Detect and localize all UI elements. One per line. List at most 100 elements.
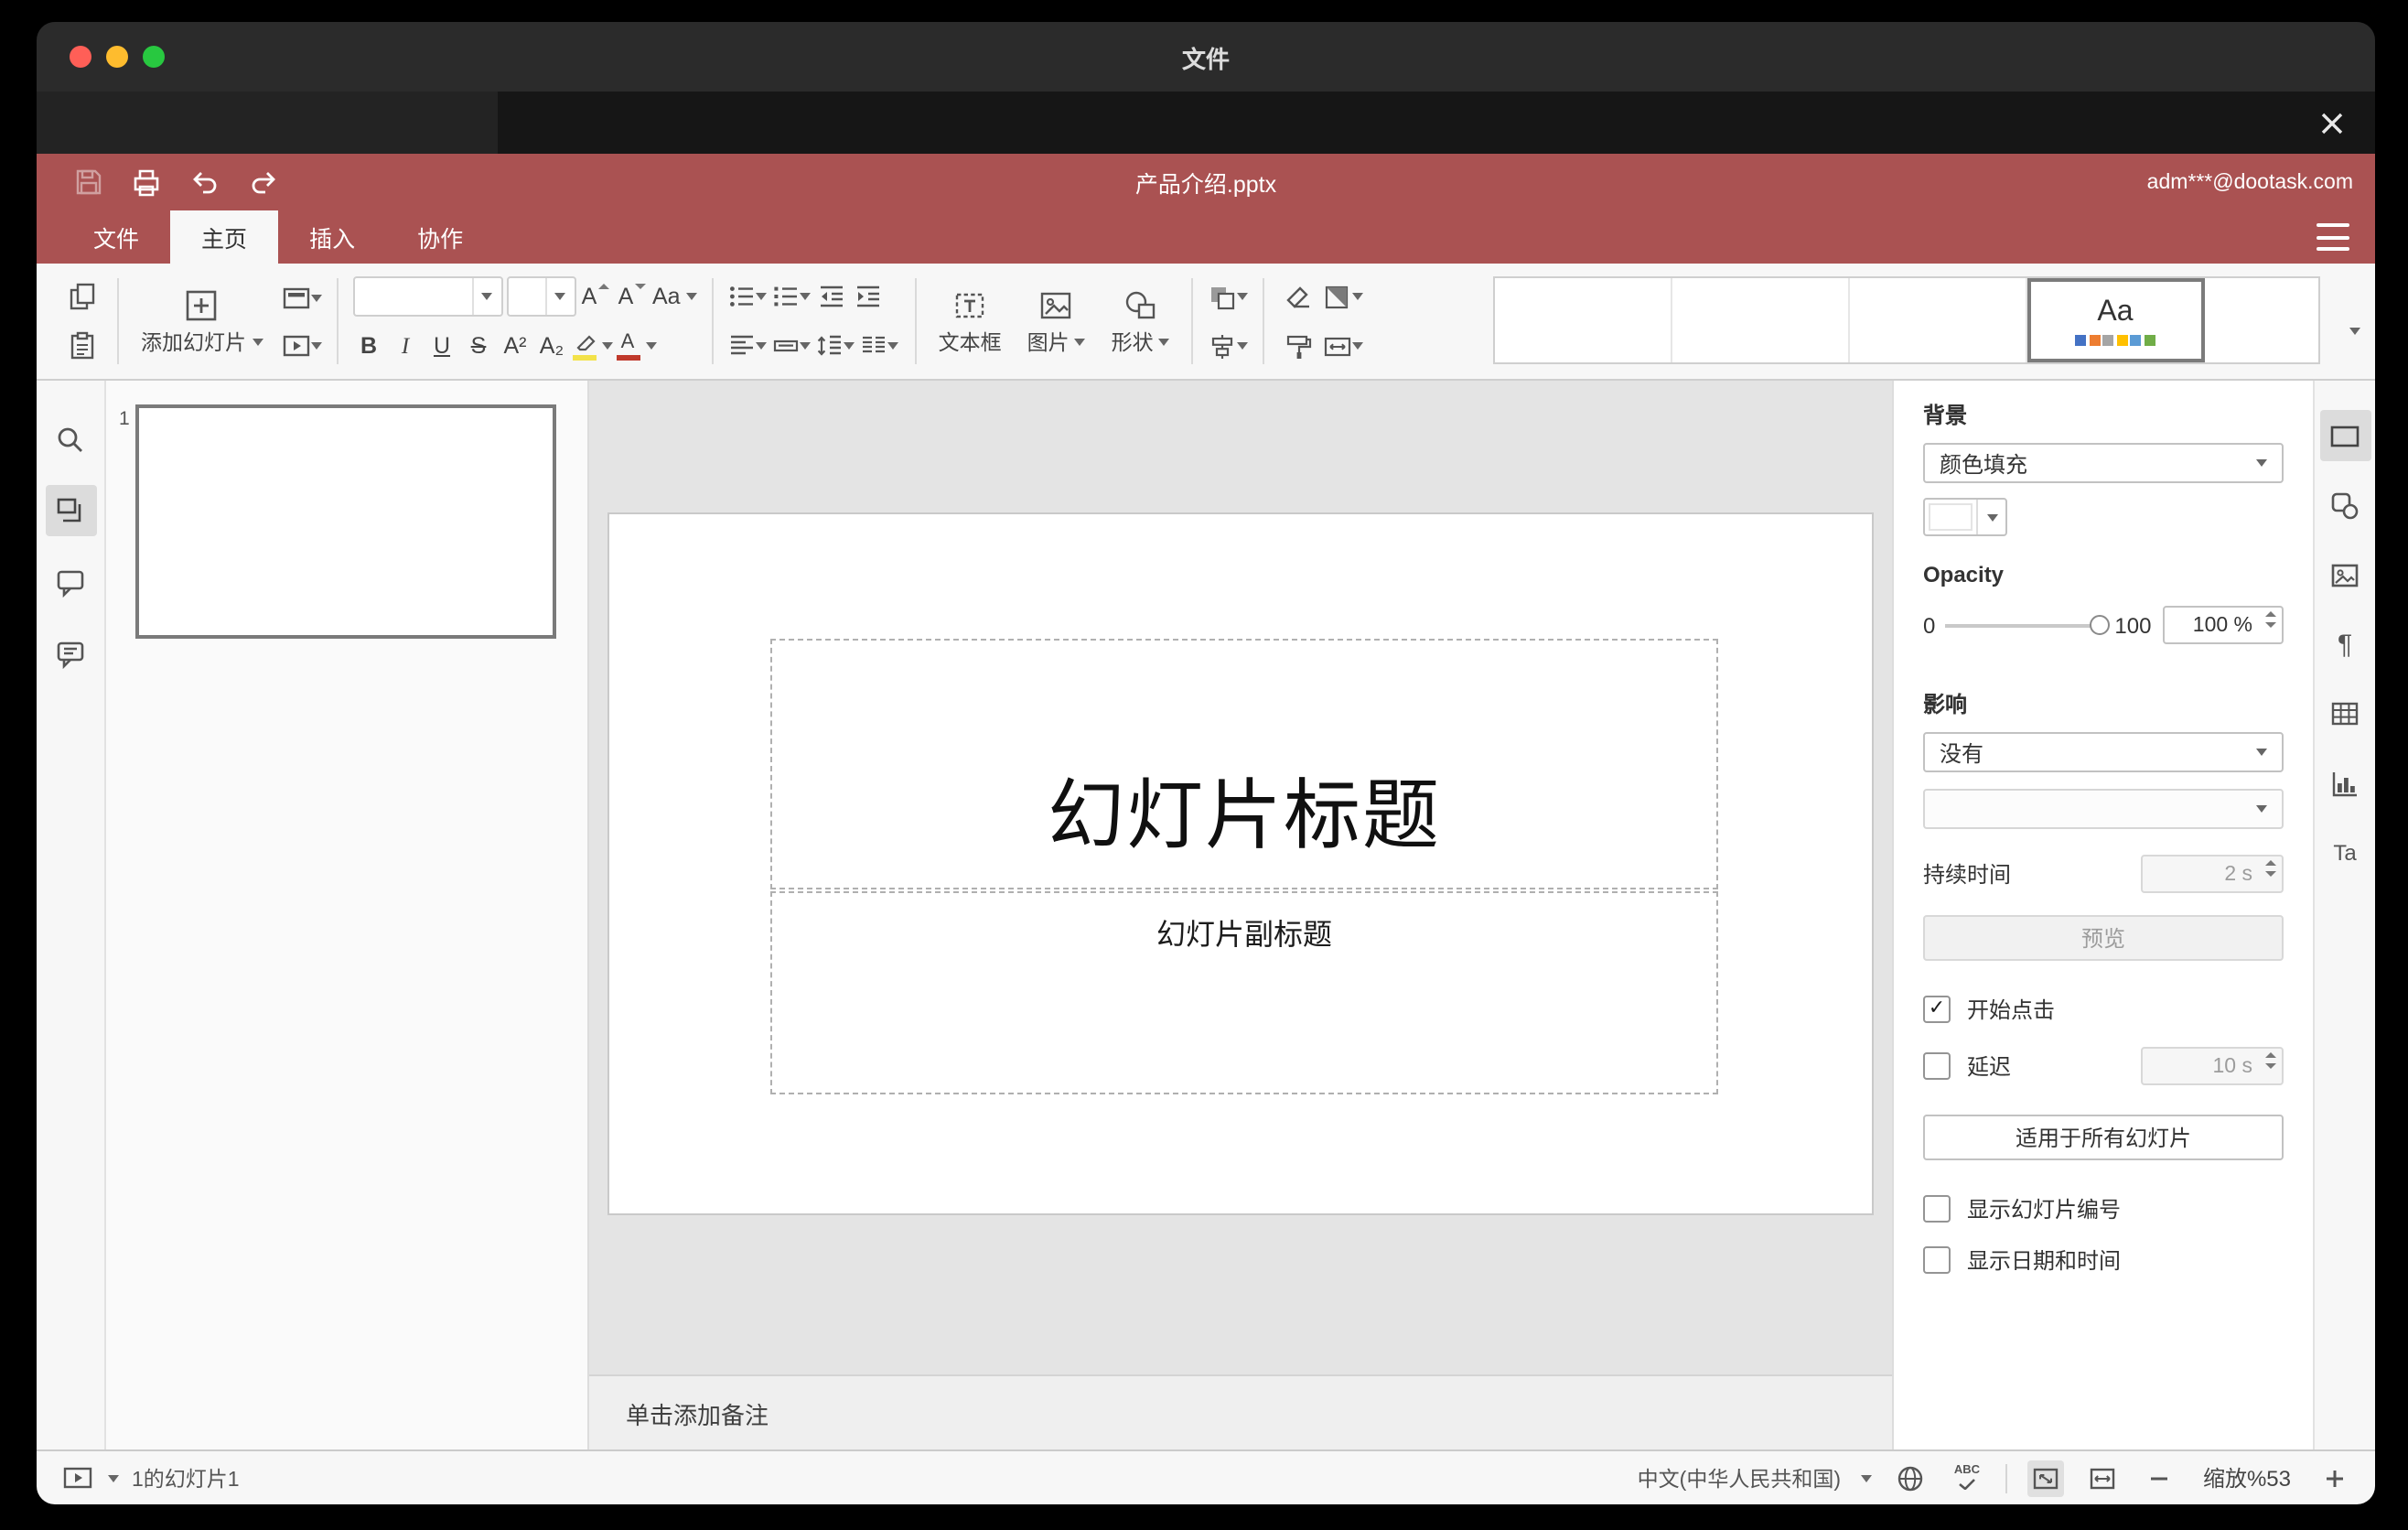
- preview-button[interactable]: 预览: [1923, 915, 2284, 961]
- delay-checkbox[interactable]: [1923, 1052, 1951, 1080]
- close-window-button[interactable]: [70, 46, 91, 68]
- underline-button[interactable]: U: [425, 326, 458, 366]
- subtitle-placeholder[interactable]: 幻灯片副标题: [770, 891, 1718, 1094]
- print-button[interactable]: [128, 164, 165, 200]
- spinner-down-icon[interactable]: [2265, 1063, 2276, 1069]
- language-selector[interactable]: 中文(中华人民共和国): [1638, 1463, 1841, 1492]
- table-settings-button[interactable]: [2319, 688, 2370, 739]
- columns-button[interactable]: [860, 326, 900, 366]
- tab-file[interactable]: 文件: [62, 210, 170, 264]
- title-placeholder[interactable]: 幻灯片标题: [770, 639, 1718, 889]
- slide[interactable]: 幻灯片标题 幻灯片副标题: [609, 514, 1872, 1213]
- save-button[interactable]: [70, 164, 106, 200]
- theme-item[interactable]: [1850, 278, 2027, 362]
- slide-settings-button[interactable]: [2319, 410, 2370, 461]
- paragraph-settings-button[interactable]: ¶: [2319, 619, 2370, 670]
- view-settings-button[interactable]: [2317, 223, 2349, 251]
- decrease-font-button[interactable]: A: [616, 276, 649, 317]
- increase-font-button[interactable]: A: [579, 276, 612, 317]
- paste-button[interactable]: [62, 326, 102, 366]
- zoom-out-button[interactable]: [2141, 1460, 2177, 1496]
- apply-to-all-button[interactable]: 适用于所有幻灯片: [1923, 1115, 2284, 1160]
- insert-shape-button[interactable]: 形状: [1104, 274, 1177, 369]
- notes-area[interactable]: 单击添加备注: [589, 1374, 1892, 1449]
- fit-width-button[interactable]: [2084, 1460, 2121, 1496]
- change-case-button[interactable]: Aa: [652, 276, 697, 317]
- opacity-slider-knob[interactable]: [2089, 614, 2110, 634]
- chat-panel-button[interactable]: [45, 628, 96, 679]
- tab-collaboration[interactable]: 协作: [386, 210, 494, 264]
- spinner-down-icon[interactable]: [2265, 622, 2276, 628]
- numbering-button[interactable]: [772, 276, 812, 317]
- zoom-window-button[interactable]: [143, 46, 165, 68]
- delay-spinner[interactable]: 10 s: [2141, 1047, 2284, 1085]
- start-on-click-checkbox[interactable]: ✓: [1923, 996, 1951, 1023]
- font-color-button[interactable]: A: [616, 326, 656, 366]
- theme-item[interactable]: [2205, 278, 2318, 362]
- insert-image-button[interactable]: 图片: [1020, 274, 1093, 369]
- language-caret[interactable]: [1861, 1474, 1872, 1482]
- shape-fill-button[interactable]: [1324, 276, 1364, 317]
- line-spacing-button[interactable]: [816, 326, 856, 366]
- start-slideshow-status-button[interactable]: [59, 1460, 95, 1496]
- add-slide-button[interactable]: 添加幻灯片: [134, 274, 270, 369]
- decrease-indent-button[interactable]: [816, 276, 849, 317]
- document-language-button[interactable]: [1892, 1460, 1929, 1496]
- fit-slide-button[interactable]: [2027, 1460, 2064, 1496]
- superscript-button[interactable]: A²: [499, 326, 532, 366]
- search-button[interactable]: [45, 414, 96, 465]
- theme-gallery-expand-button[interactable]: [2349, 311, 2360, 344]
- bullets-button[interactable]: [728, 276, 769, 317]
- copy-button[interactable]: [62, 276, 102, 317]
- change-layout-button[interactable]: [281, 277, 321, 318]
- increase-indent-button[interactable]: [853, 276, 886, 317]
- copy-style-button[interactable]: [1280, 326, 1320, 366]
- arrange-shape-button[interactable]: [1209, 276, 1249, 317]
- slide-size-button[interactable]: [1324, 326, 1364, 366]
- background-fill-select[interactable]: 颜色填充: [1923, 443, 2284, 483]
- spinner-up-icon[interactable]: [2265, 611, 2276, 617]
- tab-insert[interactable]: 插入: [278, 210, 386, 264]
- theme-item[interactable]: [1672, 278, 1850, 362]
- font-name-combo[interactable]: [352, 276, 502, 317]
- subscript-button[interactable]: A₂: [535, 326, 568, 366]
- start-slideshow-button[interactable]: [281, 325, 321, 365]
- tab-home[interactable]: 主页: [170, 210, 279, 264]
- align-shape-button[interactable]: [1209, 326, 1249, 366]
- strikethrough-button[interactable]: S: [462, 326, 495, 366]
- slideshow-options-caret[interactable]: [108, 1474, 119, 1482]
- slides-panel-button[interactable]: [45, 485, 96, 536]
- spellcheck-button[interactable]: ABC: [1949, 1460, 1985, 1496]
- effect-type-select[interactable]: [1923, 789, 2284, 829]
- duration-spinner[interactable]: 2 s: [2141, 855, 2284, 893]
- highlight-color-button[interactable]: [572, 326, 612, 366]
- clear-style-button[interactable]: [1280, 276, 1320, 317]
- redo-button[interactable]: [245, 164, 282, 200]
- textart-settings-button[interactable]: Ta: [2319, 827, 2370, 878]
- minimize-window-button[interactable]: [106, 46, 128, 68]
- opacity-slider[interactable]: [1944, 614, 2110, 634]
- undo-button[interactable]: [187, 164, 223, 200]
- image-settings-button[interactable]: [2319, 549, 2370, 600]
- theme-item-selected[interactable]: Aa: [2027, 278, 2205, 362]
- vertical-align-button[interactable]: [772, 326, 812, 366]
- horizontal-align-button[interactable]: [728, 326, 769, 366]
- insert-textbox-button[interactable]: 文本框: [931, 274, 1009, 369]
- slide-thumbnail[interactable]: [135, 404, 556, 639]
- comments-panel-button[interactable]: [45, 556, 96, 608]
- spinner-up-icon[interactable]: [2265, 1052, 2276, 1058]
- theme-item[interactable]: [1495, 278, 1672, 362]
- shape-settings-button[interactable]: [2319, 479, 2370, 531]
- spinner-up-icon[interactable]: [2265, 860, 2276, 866]
- effect-select[interactable]: 没有: [1923, 732, 2284, 772]
- background-color-swatch[interactable]: [1923, 498, 2007, 536]
- spinner-down-icon[interactable]: [2265, 871, 2276, 877]
- zoom-in-button[interactable]: [2317, 1460, 2353, 1496]
- show-date-checkbox[interactable]: [1923, 1246, 1951, 1274]
- opacity-value-spinner[interactable]: 100 %: [2163, 606, 2284, 644]
- bold-button[interactable]: B: [352, 326, 385, 366]
- font-size-combo[interactable]: [506, 276, 575, 317]
- close-editor-button[interactable]: [2309, 101, 2353, 145]
- italic-button[interactable]: I: [389, 326, 422, 366]
- chart-settings-button[interactable]: [2319, 758, 2370, 809]
